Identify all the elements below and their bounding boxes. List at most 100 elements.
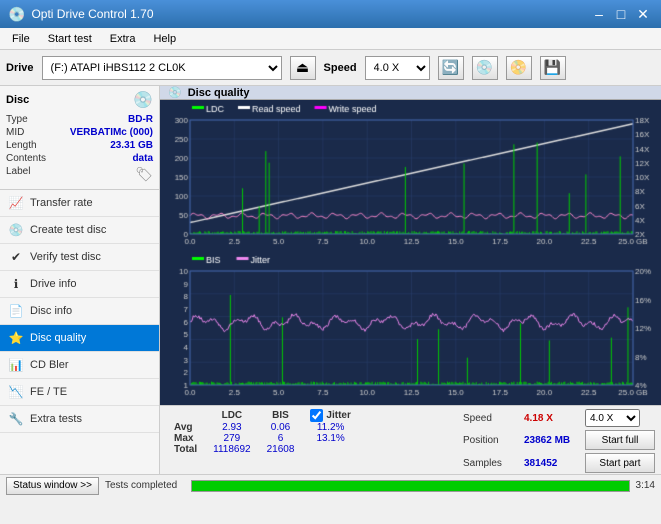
drive-info-icon: ℹ	[8, 276, 24, 292]
jitter-checkbox[interactable]	[310, 409, 323, 422]
nav-cd-bler[interactable]: 📊 CD Bler	[0, 352, 159, 379]
total-jitter	[302, 444, 358, 455]
nav-fe-te[interactable]: 📉 FE / TE	[0, 379, 159, 406]
avg-label: Avg	[166, 422, 205, 433]
stats-max-row: Max 279 6 13.1%	[166, 433, 359, 444]
total-ldc: 1118692	[205, 444, 258, 455]
eject-button[interactable]: ⏏	[290, 56, 316, 80]
disc-label-row: Label 🏷	[6, 166, 153, 183]
stats-right: Speed 4.18 X 4.0 X Position 23862 MB Sta…	[463, 409, 655, 473]
disc-contents-label: Contents	[6, 153, 46, 164]
nav-disc-quality-label: Disc quality	[30, 332, 86, 344]
disc-mid-row: MID VERBATIMc (000)	[6, 127, 153, 138]
jitter-label: Jitter	[326, 410, 350, 421]
samples-row: Samples 381452 Start part	[463, 453, 655, 473]
position-value: 23862 MB	[524, 435, 579, 446]
disc-button2[interactable]: 📀	[506, 56, 532, 80]
minimize-button[interactable]: –	[589, 4, 609, 24]
main-layout: Disc 💿 Type BD-R MID VERBATIMc (000) Len…	[0, 86, 661, 474]
progress-bar	[191, 480, 630, 492]
nav-extra-tests-label: Extra tests	[30, 413, 82, 425]
total-bis: 21608	[259, 444, 303, 455]
nav-transfer-rate-label: Transfer rate	[30, 197, 93, 209]
menu-help[interactable]: Help	[145, 29, 184, 49]
start-full-button[interactable]: Start full	[585, 430, 655, 450]
jitter-checkbox-label[interactable]: Jitter	[310, 409, 350, 422]
nav-drive-info[interactable]: ℹ Drive info	[0, 271, 159, 298]
avg-ldc: 2.93	[205, 422, 258, 433]
charts-area	[160, 100, 661, 405]
status-time: 3:14	[636, 480, 655, 491]
titlebar-controls: – □ ✕	[589, 4, 653, 24]
disc-type-row: Type BD-R	[6, 114, 153, 125]
avg-jitter: 11.2%	[302, 422, 358, 433]
disc-quality-icon: ⭐	[8, 330, 24, 346]
disc-length-row: Length 23.31 GB	[6, 140, 153, 151]
sidebar: Disc 💿 Type BD-R MID VERBATIMc (000) Len…	[0, 86, 160, 474]
speed-row: Speed 4.18 X 4.0 X	[463, 409, 655, 427]
disc-length-label: Length	[6, 140, 37, 151]
menu-start-test[interactable]: Start test	[40, 29, 100, 49]
disc-mid-label: MID	[6, 127, 24, 138]
dq-header-icon: 💿	[168, 86, 182, 99]
col-header-empty	[166, 409, 205, 422]
nav-verify-test-disc[interactable]: ✔ Verify test disc	[0, 244, 159, 271]
disc-info-panel: Disc 💿 Type BD-R MID VERBATIMc (000) Len…	[0, 86, 159, 190]
chart2-canvas	[162, 253, 661, 403]
max-jitter: 13.1%	[302, 433, 358, 444]
menu-extra[interactable]: Extra	[102, 29, 144, 49]
disc-length-value: 23.31 GB	[110, 140, 153, 151]
nav-extra-tests[interactable]: 🔧 Extra tests	[0, 406, 159, 433]
disc-label-label: Label	[6, 166, 30, 183]
nav-create-test-disc-label: Create test disc	[30, 224, 106, 236]
speed-stat-label: Speed	[463, 413, 518, 424]
nav-verify-test-disc-label: Verify test disc	[30, 251, 101, 263]
maximize-button[interactable]: □	[611, 4, 631, 24]
disc-contents-row: Contents data	[6, 153, 153, 164]
dq-header-title: Disc quality	[188, 87, 250, 99]
nav-create-test-disc[interactable]: 💿 Create test disc	[0, 217, 159, 244]
status-window-button[interactable]: Status window >>	[6, 477, 99, 495]
status-text: Tests completed	[105, 480, 185, 491]
max-bis: 6	[259, 433, 303, 444]
extra-tests-icon: 🔧	[8, 411, 24, 427]
chart1-canvas	[162, 102, 661, 252]
drive-select[interactable]: (F:) ATAPI iHBS112 2 CL0K	[42, 56, 282, 80]
disc-panel-icon: 💿	[133, 90, 153, 110]
position-row: Position 23862 MB Start full	[463, 430, 655, 450]
samples-label: Samples	[463, 458, 518, 469]
col-header-jitter-check: Jitter	[302, 409, 358, 422]
statusbar: Status window >> Tests completed 3:14	[0, 474, 661, 496]
disc-type-label: Type	[6, 114, 28, 125]
speed-label: Speed	[324, 62, 357, 74]
speed-select[interactable]: 4.0 X 1.0 X 2.0 X 6.0 X 8.0 X	[365, 56, 430, 80]
close-button[interactable]: ✕	[633, 4, 653, 24]
save-button[interactable]: 💾	[540, 56, 566, 80]
app-title: Opti Drive Control 1.70	[31, 7, 153, 21]
content-area: 💿 Disc quality LDC BIS	[160, 86, 661, 474]
start-part-button[interactable]: Start part	[585, 453, 655, 473]
speed-stat-select[interactable]: 4.0 X	[585, 409, 640, 427]
disc-info-icon: 📄	[8, 303, 24, 319]
verify-test-disc-icon: ✔	[8, 249, 24, 265]
max-ldc: 279	[205, 433, 258, 444]
menu-file[interactable]: File	[4, 29, 38, 49]
fe-te-icon: 📉	[8, 384, 24, 400]
disc-type-value: BD-R	[128, 114, 153, 125]
nav-disc-quality[interactable]: ⭐ Disc quality	[0, 325, 159, 352]
app-icon: 💿	[8, 6, 25, 23]
avg-bis: 0.06	[259, 422, 303, 433]
disc-quality-header: 💿 Disc quality	[160, 86, 661, 100]
stats-bar: LDC BIS Jitter Avg 2.93 0.06	[160, 405, 661, 474]
nav-disc-info[interactable]: 📄 Disc info	[0, 298, 159, 325]
refresh-button[interactable]: 🔄	[438, 56, 464, 80]
nav-transfer-rate[interactable]: 📈 Transfer rate	[0, 190, 159, 217]
stats-left: LDC BIS Jitter Avg 2.93 0.06	[166, 409, 359, 455]
create-test-disc-icon: 💿	[8, 222, 24, 238]
stats-avg-row: Avg 2.93 0.06 11.2%	[166, 422, 359, 433]
disc-mid-value: VERBATIMc (000)	[70, 127, 153, 138]
col-header-bis: BIS	[259, 409, 303, 422]
titlebar-left: 💿 Opti Drive Control 1.70	[8, 6, 154, 23]
disc-button1[interactable]: 💿	[472, 56, 498, 80]
drivebar: Drive (F:) ATAPI iHBS112 2 CL0K ⏏ Speed …	[0, 50, 661, 86]
